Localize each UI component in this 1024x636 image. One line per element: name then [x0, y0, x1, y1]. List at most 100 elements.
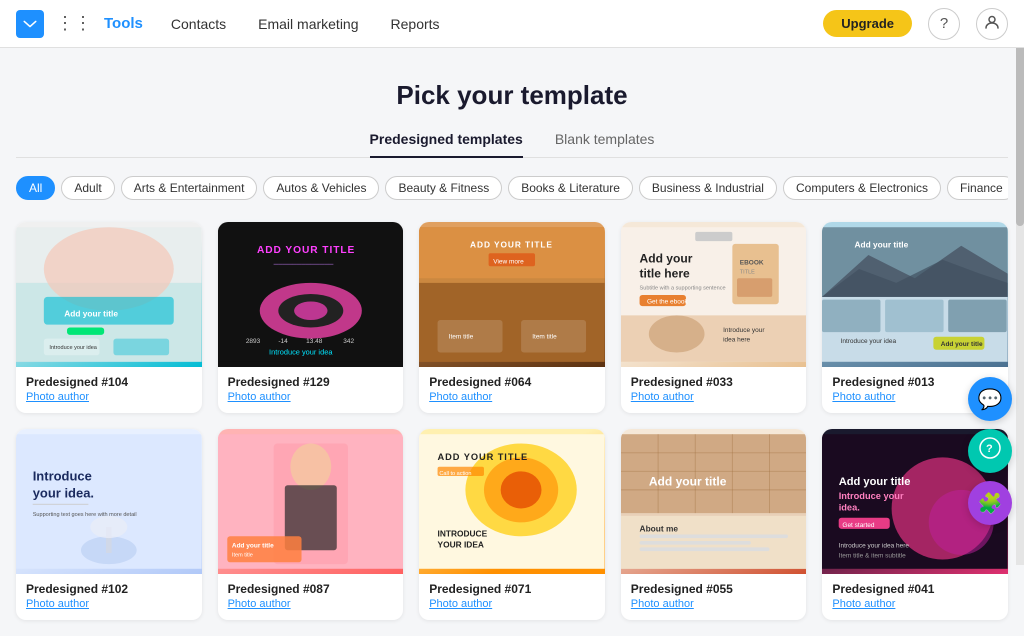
- svg-text:Add your title: Add your title: [64, 308, 118, 318]
- svg-text:Item title: Item title: [532, 334, 557, 341]
- brevo-logo[interactable]: [16, 10, 44, 38]
- svg-text:EBOOK: EBOOK: [740, 259, 764, 266]
- svg-text:About me: About me: [639, 524, 678, 534]
- svg-text:idea.: idea.: [839, 502, 860, 512]
- ai-float-button[interactable]: 🧩: [968, 481, 1012, 525]
- svg-text:Introduce your idea here: Introduce your idea here: [839, 542, 910, 549]
- template-author-r2-3[interactable]: Photo author: [429, 598, 595, 610]
- svg-text:Introduce your idea: Introduce your idea: [49, 345, 97, 351]
- template-card-r2-3[interactable]: ADD YOUR TITLE Call to action INTRODUCE …: [419, 429, 605, 620]
- template-thumb-104: Add your title Introduce your idea: [16, 222, 202, 367]
- template-card-033[interactable]: EBOOK TITLE Add your title here Subtitle…: [621, 222, 807, 413]
- filter-adult[interactable]: Adult: [61, 176, 114, 200]
- svg-text:Add your title: Add your title: [941, 341, 983, 348]
- template-info-r2-4: Predesigned #055 Photo author: [621, 574, 807, 620]
- filter-business[interactable]: Business & Industrial: [639, 176, 777, 200]
- user-menu-button[interactable]: [976, 8, 1008, 40]
- template-author-r2-2[interactable]: Photo author: [228, 598, 394, 610]
- svg-text:Add your title: Add your title: [839, 476, 911, 488]
- svg-text:View more: View more: [493, 258, 524, 265]
- svg-text:Add your title: Add your title: [855, 240, 909, 250]
- svg-text:idea here: idea here: [723, 336, 750, 343]
- svg-text:Supporting text goes here with: Supporting text goes here with more deta…: [33, 512, 137, 518]
- svg-text:Get started: Get started: [843, 522, 875, 529]
- template-thumb-r2-1: Introduce your idea. Supporting text goe…: [16, 429, 202, 574]
- template-info-104: Predesigned #104 Photo author: [16, 367, 202, 413]
- chat-float-button[interactable]: 💬: [968, 377, 1012, 421]
- reports-nav-link[interactable]: Reports: [391, 16, 440, 32]
- template-name-064: Predesigned #064: [429, 375, 595, 389]
- template-card-129[interactable]: ADD YOUR TITLE ───────────── 2893 -14 13…: [218, 222, 404, 413]
- template-author-r2-5[interactable]: Photo author: [832, 598, 998, 610]
- template-author-033[interactable]: Photo author: [631, 391, 797, 403]
- template-info-r2-3: Predesigned #071 Photo author: [419, 574, 605, 620]
- template-card-104[interactable]: Add your title Introduce your idea Prede…: [16, 222, 202, 413]
- template-author-r2-1[interactable]: Photo author: [26, 598, 192, 610]
- chat-icon: 💬: [978, 387, 1003, 412]
- email-marketing-nav-link[interactable]: Email marketing: [258, 16, 358, 32]
- template-name-104: Predesigned #104: [26, 375, 192, 389]
- svg-text:Introduce your: Introduce your: [839, 491, 904, 501]
- svg-text:ADD YOUR TITLE: ADD YOUR TITLE: [438, 452, 529, 462]
- template-tabs: Predesigned templates Blank templates: [16, 131, 1008, 158]
- svg-text:Introduce your: Introduce your: [723, 327, 765, 334]
- template-thumb-r2-3: ADD YOUR TITLE Call to action INTRODUCE …: [419, 429, 605, 574]
- main-content: Pick your template Predesigned templates…: [0, 48, 1024, 636]
- svg-text:13.48: 13.48: [306, 338, 323, 345]
- help-float-icon: ?: [979, 437, 1001, 465]
- help-float-button[interactable]: ?: [968, 429, 1012, 473]
- template-info-129: Predesigned #129 Photo author: [218, 367, 404, 413]
- template-card-r2-4[interactable]: Add your title About me Predesigned #055…: [621, 429, 807, 620]
- svg-text:Add your title: Add your title: [649, 474, 727, 488]
- filter-beauty[interactable]: Beauty & Fitness: [385, 176, 502, 200]
- grid-icon[interactable]: ⋮⋮: [56, 13, 92, 34]
- template-thumb-129: ADD YOUR TITLE ───────────── 2893 -14 13…: [218, 222, 404, 367]
- template-card-r2-2[interactable]: Add your title Item title Predesigned #0…: [218, 429, 404, 620]
- svg-text:Add your title: Add your title: [232, 542, 274, 549]
- upgrade-button[interactable]: Upgrade: [823, 10, 912, 37]
- svg-text:Item title: Item title: [449, 334, 474, 341]
- filter-computers[interactable]: Computers & Electronics: [783, 176, 941, 200]
- template-thumb-r2-4: Add your title About me: [621, 429, 807, 574]
- template-name-r2-1: Predesigned #102: [26, 582, 192, 596]
- template-info-r2-2: Predesigned #087 Photo author: [218, 574, 404, 620]
- svg-text:Item title & item subtitle: Item title & item subtitle: [839, 553, 906, 560]
- template-info-r2-5: Predesigned #041 Photo author: [822, 574, 1008, 620]
- tab-blank[interactable]: Blank templates: [555, 131, 655, 157]
- filter-all[interactable]: All: [16, 176, 55, 200]
- svg-text:Introduce: Introduce: [33, 469, 92, 484]
- contacts-nav-link[interactable]: Contacts: [171, 16, 226, 32]
- template-card-064[interactable]: ADD YOUR TITLE View more Item title Item…: [419, 222, 605, 413]
- template-info-r2-1: Predesigned #102 Photo author: [16, 574, 202, 620]
- svg-text:Introduce your idea: Introduce your idea: [841, 338, 897, 345]
- puzzle-icon: 🧩: [978, 491, 1003, 516]
- svg-text:Call to action: Call to action: [440, 471, 472, 477]
- tools-nav-item[interactable]: Tools: [104, 15, 143, 32]
- svg-text:INTRODUCE: INTRODUCE: [438, 528, 488, 538]
- template-thumb-033: EBOOK TITLE Add your title here Subtitle…: [621, 222, 807, 367]
- svg-text:Introduce your idea: Introduce your idea: [269, 347, 333, 356]
- svg-text:TITLE: TITLE: [740, 270, 755, 276]
- template-author-104[interactable]: Photo author: [26, 391, 192, 403]
- filter-bar: All Adult Arts & Entertainment Autos & V…: [16, 176, 1008, 204]
- template-author-r2-4[interactable]: Photo author: [631, 598, 797, 610]
- template-name-r2-4: Predesigned #055: [631, 582, 797, 596]
- tab-predesigned[interactable]: Predesigned templates: [370, 131, 523, 157]
- template-author-129[interactable]: Photo author: [228, 391, 394, 403]
- page-scrollbar[interactable]: [1016, 0, 1024, 565]
- svg-text:ADD YOUR TITLE: ADD YOUR TITLE: [470, 240, 553, 250]
- template-thumb-064: ADD YOUR TITLE View more Item title Item…: [419, 222, 605, 367]
- filter-finance[interactable]: Finance: [947, 176, 1008, 200]
- filter-arts[interactable]: Arts & Entertainment: [121, 176, 258, 200]
- template-name-r2-5: Predesigned #041: [832, 582, 998, 596]
- template-name-129: Predesigned #129: [228, 375, 394, 389]
- template-author-064[interactable]: Photo author: [429, 391, 595, 403]
- template-name-r2-3: Predesigned #071: [429, 582, 595, 596]
- svg-text:Item title: Item title: [232, 553, 253, 559]
- template-card-r2-1[interactable]: Introduce your idea. Supporting text goe…: [16, 429, 202, 620]
- template-thumb-013: Add your title Introduce your idea Add y…: [822, 222, 1008, 367]
- filter-books[interactable]: Books & Literature: [508, 176, 633, 200]
- help-button[interactable]: ?: [928, 8, 960, 40]
- filter-autos[interactable]: Autos & Vehicles: [263, 176, 379, 200]
- svg-text:Add your: Add your: [639, 251, 692, 265]
